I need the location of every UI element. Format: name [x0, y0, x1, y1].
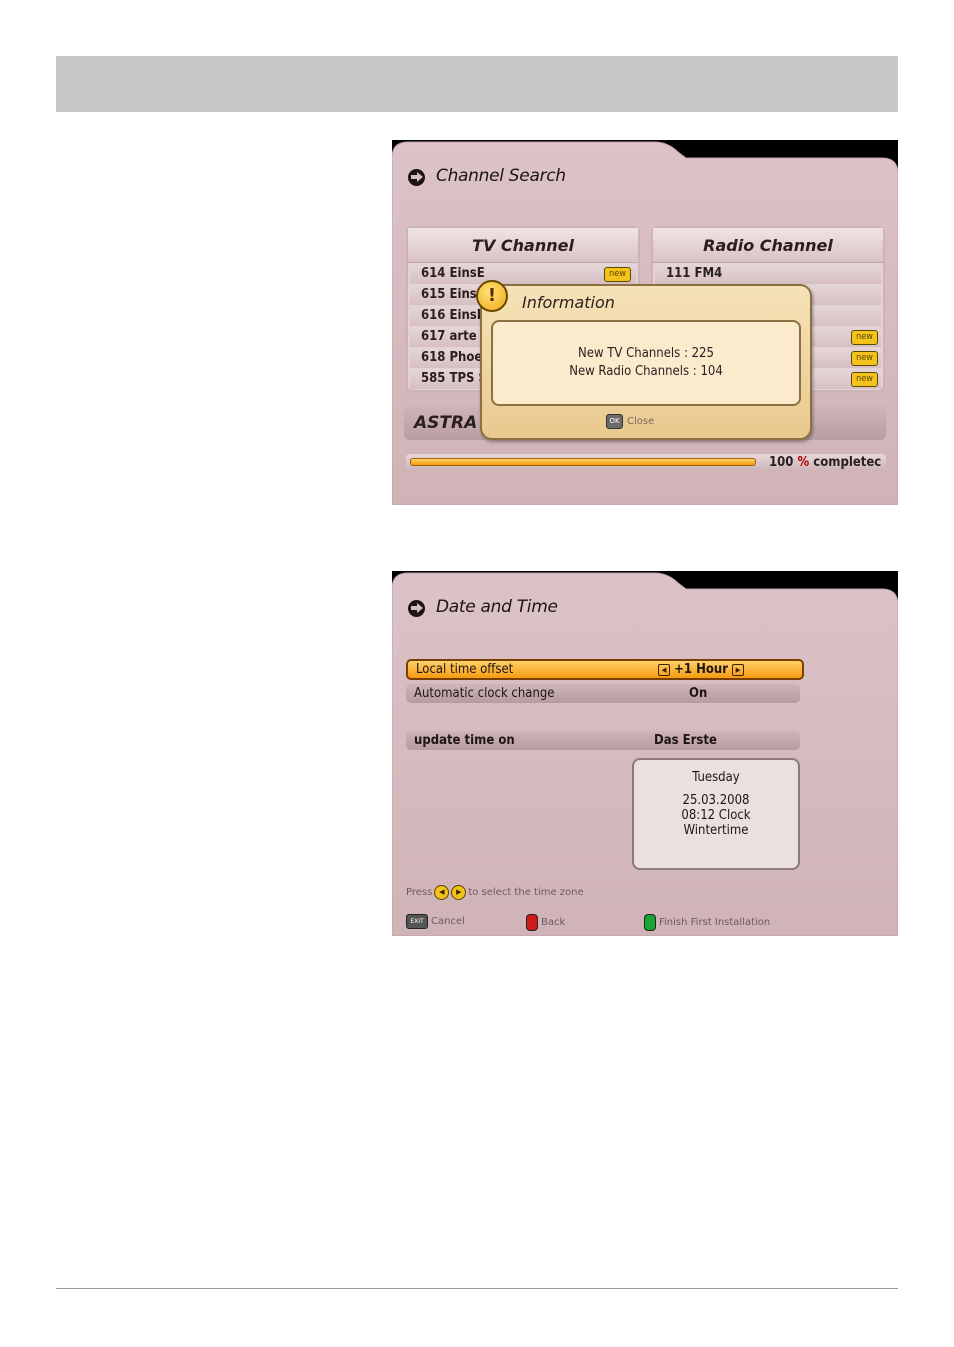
weekday: Tuesday: [692, 770, 740, 785]
new-badge: new: [851, 351, 878, 366]
warning-icon: !: [476, 280, 508, 312]
new-badge: new: [851, 372, 878, 387]
season: Wintertime: [683, 823, 749, 838]
update-time-on-row[interactable]: update time on Das Erste: [406, 731, 800, 750]
date-time-screen: Date and Time Local time offset ◀ +1 Hou…: [392, 571, 898, 936]
left-arrow-icon: ◀: [434, 885, 450, 900]
clock-time: 08:12 Clock: [681, 808, 751, 823]
local-time-offset-row[interactable]: Local time offset ◀ +1 Hour ▶: [406, 659, 804, 680]
new-badge: new: [851, 330, 878, 345]
arrow-circle-icon: [408, 600, 425, 617]
automatic-clock-change-row[interactable]: Automatic clock change On: [406, 684, 800, 703]
tv-channel-header: TV Channel: [408, 228, 638, 263]
date: 25.03.2008: [682, 793, 750, 808]
left-arrow-icon[interactable]: ◀: [658, 663, 670, 676]
red-key-icon: [526, 914, 538, 931]
close-button[interactable]: OK Close: [606, 414, 654, 429]
date-time-display: Tuesday 25.03.2008 08:12 Clock Wintertim…: [632, 758, 800, 870]
exit-key-icon: EXIT: [406, 914, 428, 929]
channel-search-screen: Channel Search TV Channel 614 EinsE new 6…: [392, 140, 898, 505]
dialog-title: Information: [522, 293, 615, 312]
right-arrow-icon: ▶: [451, 885, 467, 900]
list-item[interactable]: 614 EinsE new: [410, 264, 636, 284]
dialog-message: New TV Channels : 225 New Radio Channels…: [491, 320, 801, 406]
new-tv-channels-text: New TV Channels : 225: [578, 346, 714, 361]
information-dialog: ! Information New TV Channels : 225 New …: [476, 280, 812, 440]
new-badge: new: [604, 267, 631, 282]
screen-title: Date and Time: [436, 597, 558, 617]
finish-installation-button[interactable]: Finish First Installation: [644, 914, 770, 931]
screen-title: Channel Search: [436, 166, 566, 186]
green-key-icon: [644, 914, 656, 931]
ok-key-icon: OK: [606, 414, 623, 429]
page-header-bar: [56, 56, 898, 112]
right-arrow-icon[interactable]: ▶: [732, 663, 745, 676]
progress-text: 100 % completec: [769, 455, 882, 470]
cancel-button[interactable]: EXIT Cancel: [406, 914, 465, 929]
folder-background: [392, 572, 898, 936]
back-button[interactable]: Back: [526, 914, 565, 931]
arrow-circle-icon: [408, 169, 425, 186]
list-item[interactable]: 111 FM4: [655, 264, 881, 284]
hint-text: Press ◀ ▶ to select the time zone: [406, 885, 584, 900]
offset-value: +1 Hour: [674, 662, 729, 677]
footer-rule: [56, 1288, 898, 1289]
new-radio-channels-text: New Radio Channels : 104: [569, 364, 723, 379]
radio-channel-header: Radio Channel: [653, 228, 883, 263]
progress-fill: [410, 458, 756, 466]
